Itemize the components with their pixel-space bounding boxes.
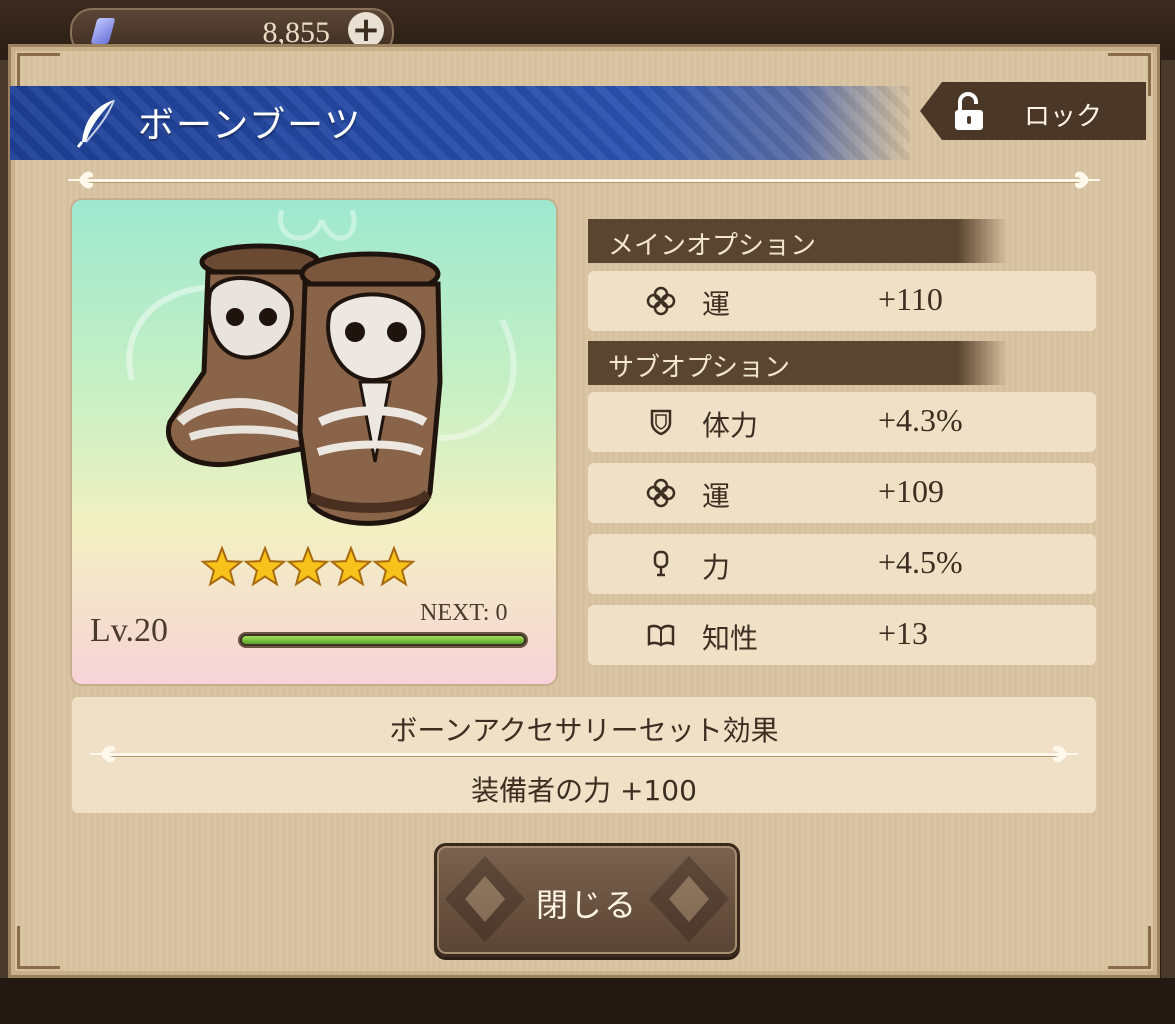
fleur-ornament (90, 745, 116, 763)
sub-stat-row: 力 +4.5% (588, 534, 1096, 594)
stat-value: +109 (878, 473, 945, 509)
star-icon (329, 546, 373, 587)
set-bonus-title: ボーンアクセサリーセット効果 (389, 714, 779, 747)
stat-name: 運 (702, 480, 731, 513)
sub-stat-row: 体力 +4.3% (588, 392, 1096, 452)
close-button[interactable]: 閉じる (434, 843, 740, 957)
sub-option-title: サブオプション (608, 353, 791, 383)
rarity-stars (200, 546, 416, 587)
lock-label: ロック (1024, 102, 1103, 132)
bone-boots-image (165, 243, 443, 526)
exp-bar-fill (242, 636, 524, 644)
exp-bar (238, 632, 528, 648)
unlocked-padlock-icon (955, 92, 983, 130)
set-bonus-effect: 装備者の力 +100 (471, 774, 697, 807)
stat-name: 知性 (702, 622, 759, 655)
next-exp: NEXT: 0 (420, 600, 508, 626)
stat-value: +110 (878, 281, 943, 317)
star-icon (200, 546, 244, 587)
sub-stat-row: 知性 +13 (588, 605, 1096, 665)
item-level: Lv.20 (90, 612, 169, 649)
fist-icon (653, 550, 669, 577)
right-edge (1161, 60, 1175, 980)
set-divider (104, 753, 1064, 756)
stat-value: +4.5% (878, 544, 963, 580)
star-icon (372, 546, 416, 587)
bottom-bar (0, 978, 1175, 1024)
corner-ornament (17, 926, 60, 969)
stat-name: 運 (702, 288, 731, 321)
stat-value: +4.3% (878, 402, 963, 438)
main-stat-row: 運 +110 (588, 271, 1096, 331)
star-icon (286, 546, 330, 587)
clover-icon (646, 286, 676, 316)
add-currency-button[interactable]: + (348, 12, 384, 48)
title-divider (84, 179, 1084, 182)
fleur-ornament (68, 171, 94, 189)
corner-ornament (1108, 926, 1151, 969)
crystal-icon (90, 18, 116, 44)
sub-option-header: サブオプション (588, 341, 1008, 385)
fleur-ornament (1074, 171, 1100, 189)
stat-name: 力 (702, 551, 731, 584)
item-name: ボーンブーツ (138, 105, 363, 146)
main-option-header: メインオプション (588, 219, 1008, 263)
shield-icon (650, 409, 672, 436)
star-icon (243, 546, 287, 587)
clover-icon (646, 478, 676, 508)
fleur-ornament (1052, 745, 1078, 763)
stat-value: +13 (878, 615, 929, 651)
close-button-label: 閉じる (535, 886, 638, 924)
book-icon (647, 624, 675, 647)
sub-stat-row: 運 +109 (588, 463, 1096, 523)
main-option-title: メインオプション (608, 231, 817, 261)
stat-name: 体力 (702, 409, 759, 442)
feather-icon (76, 99, 115, 148)
